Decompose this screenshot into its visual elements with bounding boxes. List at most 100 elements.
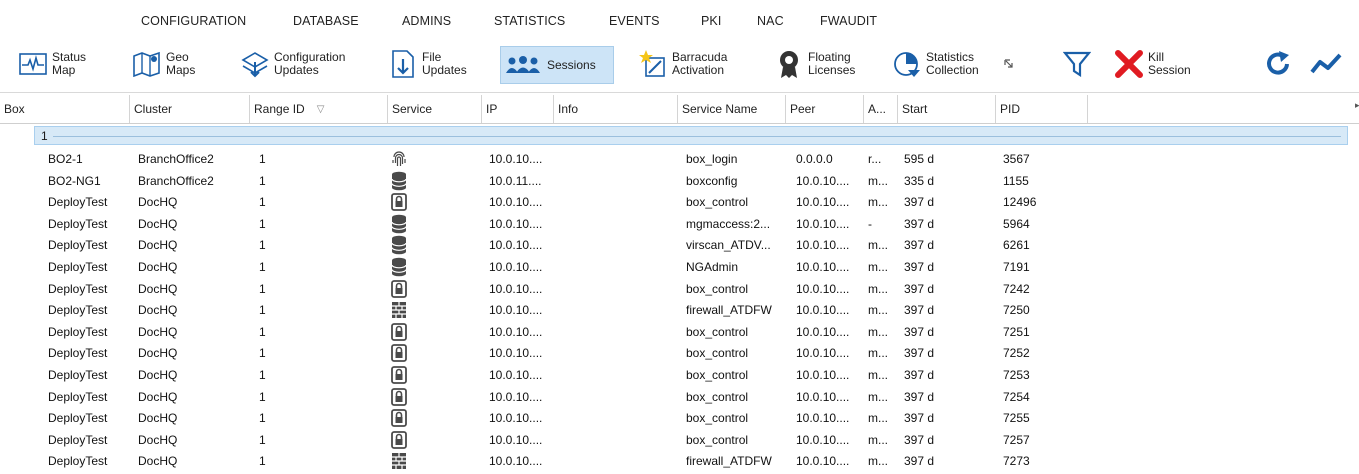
firewall-icon (391, 451, 407, 471)
cell-service-name: mgmaccess:2... (686, 216, 771, 231)
cell-ip: 10.0.10.... (489, 389, 543, 404)
col-start[interactable]: Start (898, 95, 996, 123)
menu-fwaudit[interactable]: FWAUDIT (820, 14, 877, 28)
menu-admins[interactable]: ADMINS (402, 14, 451, 28)
col-pid[interactable]: PID (996, 95, 1088, 123)
table-row[interactable]: DeployTest DocHQ 1 10.0.10.... box_contr… (0, 407, 1359, 429)
barracuda-activation-label-1: Barracuda (672, 50, 728, 64)
table-row[interactable]: DeployTest DocHQ 1 10.0.10.... virscan_A… (0, 234, 1359, 256)
trend-button[interactable] (1310, 44, 1344, 84)
cell-info (560, 407, 670, 429)
col-box[interactable]: Box (0, 95, 130, 123)
statistics-collection-button[interactable]: Statistics Collection (890, 44, 979, 84)
cell-box: BO2-NG1 (48, 173, 101, 188)
group-label: 1 (41, 129, 48, 143)
grid-header: Box Cluster Range ID ▽ Service IP Info Se… (0, 95, 1359, 124)
cell-pid: 6261 (1003, 238, 1030, 253)
col-service[interactable]: Service (388, 95, 482, 123)
table-row[interactable]: DeployTest DocHQ 1 10.0.10.... box_contr… (0, 429, 1359, 451)
cell-box: DeployTest (48, 303, 108, 318)
table-row[interactable]: BO2-NG1 BranchOffice2 1 10.0.11.... boxc… (0, 170, 1359, 192)
cell-info (560, 299, 670, 321)
col-a[interactable]: A... (864, 95, 898, 123)
cell-start: 397 d (904, 324, 935, 339)
group-row[interactable]: 1 (34, 126, 1348, 145)
table-row[interactable]: DeployTest DocHQ 1 10.0.10.... NGAdmin 1… (0, 256, 1359, 278)
cell-peer: 10.0.10.... (796, 195, 850, 210)
scroll-arrow-icon[interactable]: ▸ (1355, 100, 1359, 116)
sessions-button[interactable]: Sessions (500, 46, 614, 84)
table-row[interactable]: DeployTest DocHQ 1 10.0.10.... firewall_… (0, 299, 1359, 321)
refresh-button[interactable] (1262, 44, 1296, 84)
table-row[interactable]: BO2-1 BranchOffice2 1 10.0.10.... box_lo… (0, 148, 1359, 170)
cell-info (560, 321, 670, 343)
table-row[interactable]: DeployTest DocHQ 1 10.0.10.... box_contr… (0, 278, 1359, 300)
geo-maps-button[interactable]: Geo Maps (130, 44, 195, 84)
cell-start: 397 d (904, 432, 935, 447)
heartbeat-monitor-icon (16, 47, 50, 81)
file-updates-label-2: Updates (422, 63, 467, 77)
filter-button[interactable] (1060, 44, 1094, 84)
cell-service-name: box_control (686, 281, 749, 296)
filter-sort-icon[interactable]: ▽ (317, 96, 325, 124)
cell-cluster: DocHQ (138, 346, 178, 361)
cell-cluster: DocHQ (138, 195, 178, 210)
col-service-name[interactable]: Service Name (678, 95, 786, 123)
cell-ip: 10.0.10.... (489, 260, 543, 274)
status-map-button[interactable]: Status Map (16, 44, 86, 84)
table-row[interactable]: DeployTest DocHQ 1 10.0.10.... box_contr… (0, 321, 1359, 343)
lock-icon (391, 279, 407, 299)
menu-events[interactable]: EVENTS (609, 14, 660, 28)
cell-cluster: DocHQ (138, 454, 178, 469)
barracuda-activation-button[interactable]: Barracuda Activation (636, 44, 727, 84)
table-row[interactable]: DeployTest DocHQ 1 10.0.10.... firewall_… (0, 450, 1359, 472)
cell-info (560, 213, 670, 235)
cell-service-name: box_control (686, 432, 749, 447)
cell-a: m... (868, 454, 888, 469)
col-ip[interactable]: IP (482, 95, 554, 123)
cell-service-name: box_control (686, 346, 749, 361)
cell-cluster: DocHQ (138, 303, 178, 318)
col-range-id[interactable]: Range ID ▽ (250, 95, 388, 123)
cell-peer: 10.0.10.... (796, 173, 850, 188)
cell-a: m... (868, 346, 888, 361)
cell-pid: 7251 (1003, 324, 1030, 339)
cell-box: DeployTest (48, 432, 108, 447)
cell-service-name: box_control (686, 411, 749, 426)
file-updates-button[interactable]: File Updates (386, 44, 467, 84)
cell-a: m... (868, 389, 888, 404)
menu-configuration[interactable]: CONFIGURATION (141, 14, 246, 28)
col-cluster[interactable]: Cluster (130, 95, 250, 123)
table-row[interactable]: DeployTest DocHQ 1 10.0.10.... box_contr… (0, 342, 1359, 364)
menu-database[interactable]: DATABASE (293, 14, 359, 28)
cell-pid: 7252 (1003, 346, 1030, 361)
menu-pki[interactable]: PKI (701, 14, 721, 28)
cell-a: m... (868, 260, 888, 274)
cell-peer: 10.0.10.... (796, 411, 850, 426)
cell-ip: 10.0.10.... (489, 454, 543, 469)
cell-pid: 7257 (1003, 432, 1030, 447)
table-row[interactable]: DeployTest DocHQ 1 10.0.10.... box_contr… (0, 364, 1359, 386)
cell-pid: 7242 (1003, 281, 1030, 296)
menu-nac[interactable]: NAC (757, 14, 784, 28)
floating-licenses-button[interactable]: Floating Licenses (772, 44, 855, 84)
kill-session-button[interactable]: Kill Session (1112, 44, 1191, 84)
cell-range-id: 1 (259, 411, 266, 426)
trend-line-icon (1310, 47, 1344, 81)
col-peer[interactable]: Peer (786, 95, 864, 123)
cell-service-name: boxconfig (686, 173, 738, 188)
cell-pid: 3567 (1003, 152, 1030, 166)
cell-pid: 7250 (1003, 303, 1030, 318)
cell-box: DeployTest (48, 195, 108, 210)
configuration-updates-button[interactable]: Configuration Updates (238, 44, 345, 84)
cell-info (560, 429, 670, 451)
menu-statistics[interactable]: STATISTICS (494, 14, 565, 28)
table-row[interactable]: DeployTest DocHQ 1 10.0.10.... box_contr… (0, 191, 1359, 213)
table-row[interactable]: DeployTest DocHQ 1 10.0.10.... box_contr… (0, 386, 1359, 408)
cell-peer: 10.0.10.... (796, 454, 850, 469)
col-info[interactable]: Info (554, 95, 678, 123)
table-row[interactable]: DeployTest DocHQ 1 10.0.10.... mgmaccess… (0, 213, 1359, 235)
group-dialog-launcher[interactable] (1004, 56, 1014, 72)
cell-range-id: 1 (259, 281, 266, 296)
cell-range-id: 1 (259, 260, 266, 274)
